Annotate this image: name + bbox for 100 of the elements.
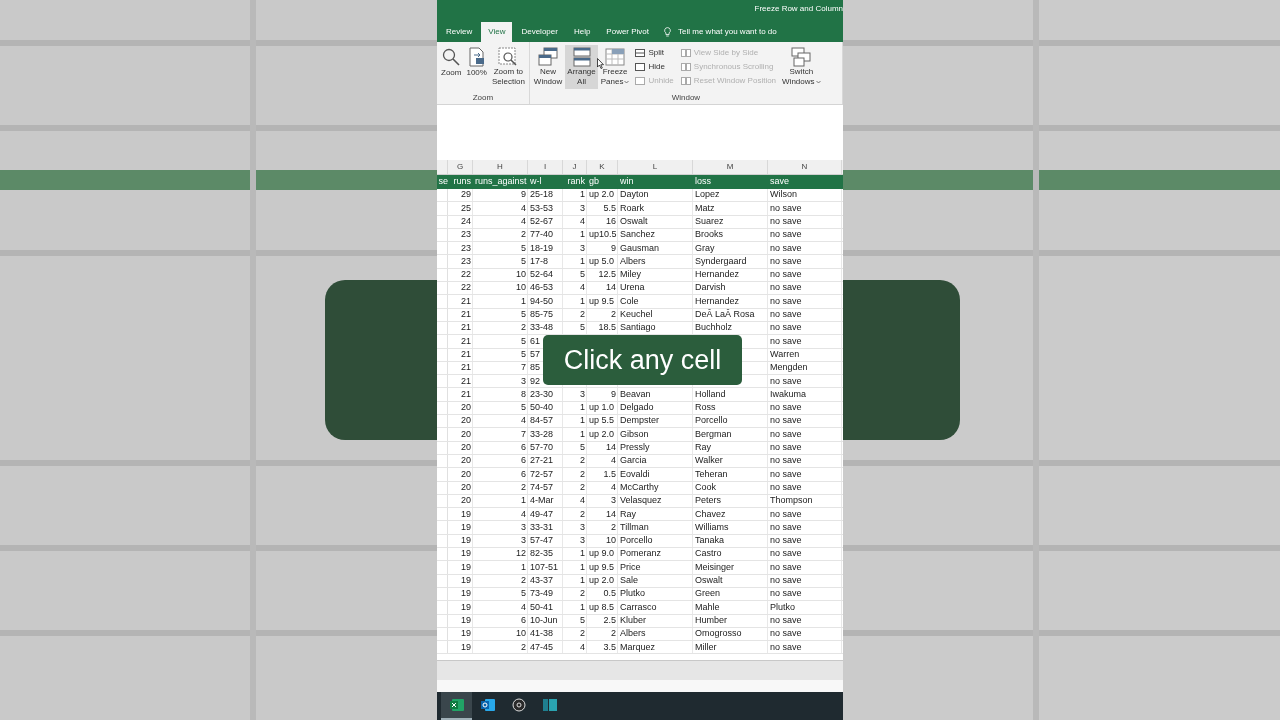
- table-cell-text: no save: [770, 613, 802, 627]
- table-cell: 82-35: [530, 547, 554, 561]
- table-cell-text: Carrasco: [620, 600, 657, 614]
- table-cell: 10: [516, 268, 526, 282]
- table-cell: 5: [521, 401, 526, 415]
- ribbon-button[interactable]: 100%: [464, 45, 489, 89]
- table-cell-text: Mahle: [695, 600, 720, 614]
- taskbar-button[interactable]: [441, 692, 472, 720]
- table-cell: 10: [516, 281, 526, 295]
- ribbon-tab[interactable]: Power Pivot: [599, 22, 657, 42]
- table-cell: Porcello: [620, 534, 653, 548]
- column-header[interactable]: G: [448, 160, 473, 174]
- horizontal-scrollbar[interactable]: [437, 660, 843, 680]
- table-cell: 2: [521, 640, 526, 654]
- column-header[interactable]: K: [587, 160, 618, 174]
- ribbon-button[interactable]: Hide: [635, 61, 674, 72]
- table-cell-text: 1: [580, 254, 585, 268]
- mail-app-icon: [480, 698, 495, 712]
- table-cell: Dempster: [620, 414, 659, 428]
- table-cell: Brooks: [695, 228, 723, 242]
- ribbon-button[interactable]: Zoom to Selection: [489, 45, 527, 89]
- table-cell-text: 7: [521, 427, 526, 441]
- table-cell: Walker: [695, 454, 723, 468]
- table-cell-text: Ray: [620, 507, 636, 521]
- table-cell: Pressly: [620, 441, 650, 455]
- table-cell: 1: [580, 188, 585, 202]
- column-header[interactable]: H: [473, 160, 528, 174]
- table-cell-text: Price: [620, 560, 641, 574]
- table-cell-text: 2: [521, 574, 526, 587]
- table-cell: 21: [461, 308, 471, 322]
- side-by-side-icon: [680, 48, 691, 57]
- table-cell-text: 19: [461, 613, 471, 627]
- table-cell-text: 92: [530, 374, 540, 388]
- table-cell: Delgado: [620, 401, 654, 415]
- magnifier-icon: [441, 47, 462, 67]
- table-cell-text: no save: [770, 467, 802, 481]
- table-cell-text: Oswalt: [620, 215, 648, 228]
- table-cell-text: 14: [606, 507, 616, 521]
- table-cell-text: 53-53: [530, 201, 554, 215]
- window-title: Freeze Row and Column: [754, 5, 843, 13]
- table-cell: up 1.0: [589, 401, 615, 415]
- table-cell: Keuchel: [620, 308, 653, 322]
- table-cell-text: Warren: [770, 347, 800, 361]
- ribbon-tab[interactable]: View: [481, 22, 513, 42]
- table-cell: 3.5: [603, 640, 616, 654]
- table-cell: 25-18: [530, 188, 554, 202]
- table-cell-text: Syndergaard: [695, 254, 747, 268]
- table-cell-text: 50-41: [530, 600, 554, 614]
- table-cell: 2: [580, 454, 585, 468]
- switch-windows-icon: [791, 46, 812, 67]
- table-cell-text: 1: [580, 294, 585, 308]
- table-cell-text: 72-57: [530, 467, 554, 481]
- table-cell: 7: [521, 361, 526, 375]
- ribbon-tab[interactable]: Help: [566, 22, 598, 42]
- table-cell: 2: [580, 308, 585, 322]
- ribbon-button[interactable]: Arrange All: [565, 45, 598, 89]
- ribbon-button[interactable]: Freeze Panes: [598, 45, 632, 89]
- table-cell: 52-64: [530, 268, 554, 282]
- column-header[interactable]: M: [693, 160, 768, 174]
- table-cell: no save: [770, 281, 802, 295]
- column-header[interactable]: I: [528, 160, 563, 174]
- table-cell: 47-45: [530, 640, 554, 654]
- table-cell-text: Matz: [695, 201, 715, 215]
- column-header[interactable]: N: [768, 160, 842, 174]
- table-cell-text: 20: [461, 467, 471, 481]
- table-cell: 2: [580, 587, 585, 601]
- table-cell: 1: [580, 228, 585, 242]
- document-icon: [467, 47, 486, 67]
- table-cell-text: 19: [461, 600, 471, 614]
- ribbon-button[interactable]: New Window: [531, 45, 565, 89]
- table-cell: 46-53: [530, 281, 554, 295]
- table-cell: 2: [580, 627, 585, 641]
- table-cell: 3: [580, 534, 585, 548]
- table-cell-text: 5: [521, 347, 526, 361]
- table-cell-text: 52-67: [530, 215, 554, 228]
- tell-me-search[interactable]: Tell me what you want to do: [678, 22, 777, 42]
- table-cell: 2: [521, 321, 526, 335]
- table-cell-text: 49-47: [530, 507, 554, 521]
- column-header[interactable]: L: [618, 160, 693, 174]
- table-cell: no save: [770, 308, 802, 322]
- ribbon-tab[interactable]: Developer: [514, 22, 565, 42]
- table-cell: 14: [606, 441, 616, 455]
- table-cell-text: 21: [461, 294, 471, 308]
- column-header[interactable]: J: [563, 160, 587, 174]
- ribbon-button[interactable]: Switch Windows: [780, 45, 823, 89]
- table-cell-text: Teheran: [695, 467, 728, 481]
- table-cell-text: 3: [521, 520, 526, 534]
- table-cell-text: 3: [521, 374, 526, 388]
- table-cell-text: 6: [521, 467, 526, 481]
- ribbon-tab[interactable]: Review: [439, 22, 480, 42]
- table-cell: Castro: [695, 547, 722, 561]
- table-cell-text: 3: [580, 520, 585, 534]
- table-cell-text: 21: [461, 387, 471, 401]
- table-cell-text: 2: [580, 507, 585, 521]
- table-cell: no save: [770, 627, 802, 641]
- table-cell-text: up 9.5: [589, 294, 615, 308]
- table-cell: 41-38: [530, 627, 554, 641]
- ribbon-button[interactable]: Zoom: [439, 45, 464, 89]
- table-cell-text: no save: [770, 574, 802, 587]
- ribbon-button[interactable]: Split: [635, 47, 674, 58]
